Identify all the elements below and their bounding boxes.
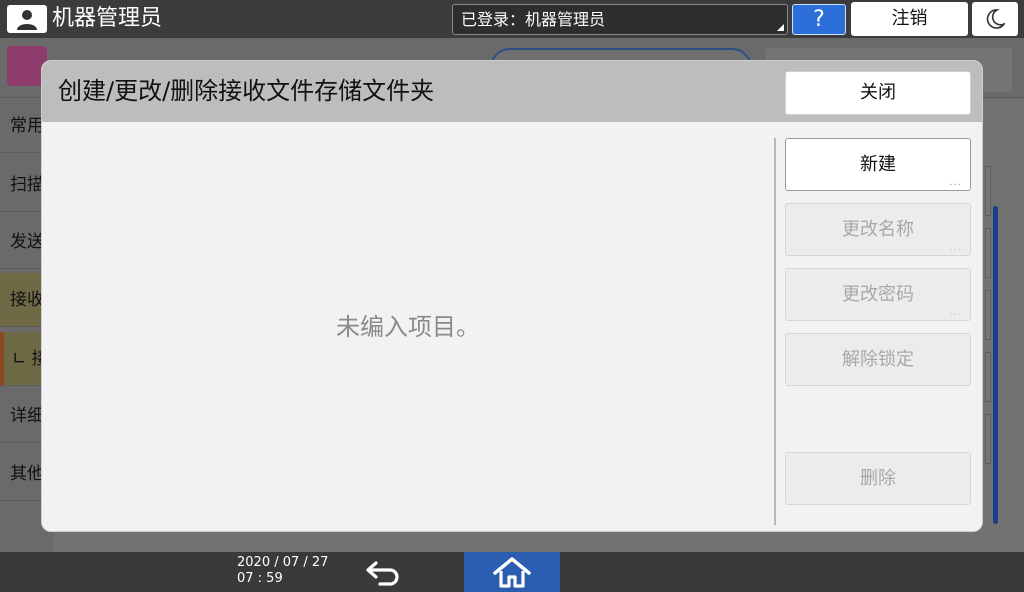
energy-saver-button[interactable]: [972, 2, 1018, 36]
background-list-row: [985, 228, 991, 278]
bottom-bar: 2020 / 07 / 27 07 : 59: [0, 552, 1024, 592]
new-folder-button[interactable]: 新建 ...: [785, 138, 971, 191]
background-list-row: [985, 166, 991, 216]
datetime: 2020 / 07 / 27 07 : 59: [237, 555, 328, 587]
help-button[interactable]: ?: [792, 4, 846, 35]
more-indicator-icon: ...: [949, 242, 962, 253]
rename-button[interactable]: 更改名称 ...: [785, 203, 971, 256]
top-bar: 机器管理员 已登录：机器管理员 ? 注销: [0, 0, 1024, 38]
unlock-button[interactable]: 解除锁定: [785, 333, 971, 386]
dialog-title: 创建/更改/删除接收文件存储文件夹: [58, 77, 435, 105]
button-label: 更改名称: [842, 219, 914, 240]
login-status-text: 已登录：机器管理员: [461, 10, 606, 29]
user-icon: [7, 5, 47, 33]
date-text: 2020 / 07 / 27: [237, 555, 329, 570]
background-scrollbar: [993, 206, 998, 524]
background-list-row: [985, 414, 991, 464]
dialog-header: 创建/更改/删除接收文件存储文件夹 关闭: [42, 61, 982, 122]
background-list-row: [985, 352, 991, 402]
corner-indicator-icon: [777, 24, 784, 31]
home-icon: [493, 557, 531, 588]
change-password-button[interactable]: 更改密码 ...: [785, 268, 971, 321]
button-label: 解除锁定: [842, 349, 914, 370]
empty-list-message: 未编入项目。: [336, 313, 480, 341]
close-button[interactable]: 关闭: [785, 71, 971, 115]
folder-management-dialog: 创建/更改/删除接收文件存储文件夹 关闭 未编入项目。 新建 ... 更改名称 …: [41, 60, 983, 532]
logout-button[interactable]: 注销: [851, 2, 968, 36]
button-label: 新建: [860, 154, 896, 175]
button-label: 删除: [860, 468, 896, 489]
more-indicator-icon: ...: [949, 177, 962, 188]
button-label: 更改密码: [842, 284, 914, 305]
back-arrow-icon: [366, 561, 399, 586]
time-text: 07 : 59: [237, 571, 283, 586]
panel-divider: [774, 138, 776, 525]
user-title: 机器管理员: [52, 6, 163, 31]
home-button[interactable]: [464, 552, 560, 592]
login-status-box[interactable]: 已登录：机器管理员: [452, 4, 788, 35]
more-indicator-icon: ...: [949, 307, 962, 318]
delete-button[interactable]: 删除: [785, 452, 971, 505]
background-list-row: [985, 290, 991, 340]
moon-icon: [986, 9, 1005, 29]
back-button[interactable]: [357, 555, 411, 589]
